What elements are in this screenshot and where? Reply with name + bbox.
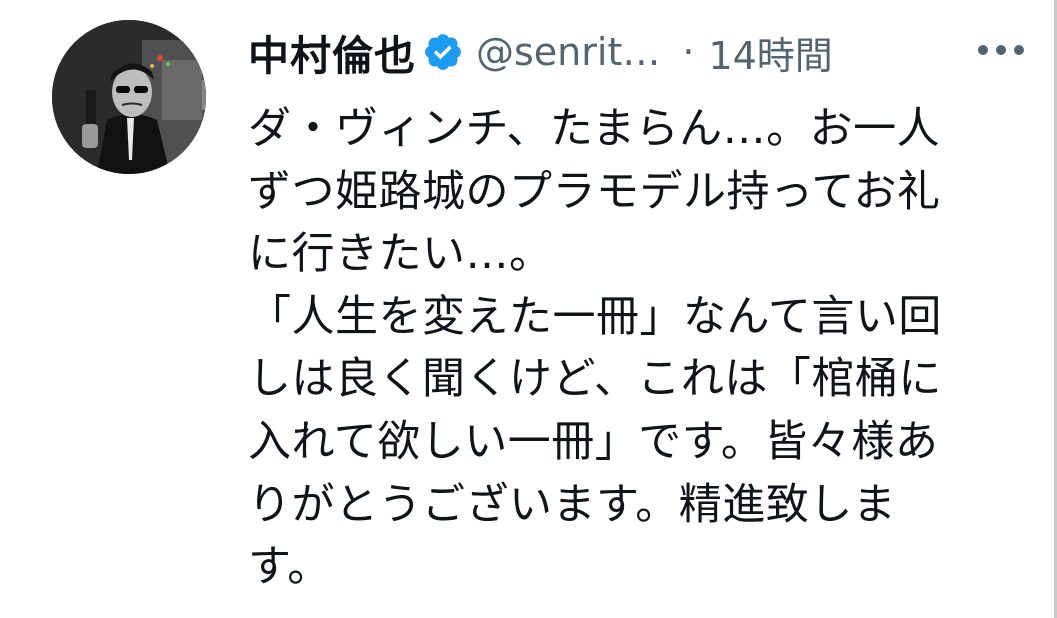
tweet-text-line: 「人生を変えた一冊」なんて言い回 — [248, 291, 942, 342]
more-horizontal-icon — [978, 45, 1024, 55]
user-handle[interactable]: @senrit… — [476, 30, 660, 74]
profile-photo-icon — [52, 20, 206, 174]
tweet-card[interactable]: 中村倫也 @senrit… · 14時間 ダ・ヴィンチ、たまらん…。お一人 ずつ… — [0, 0, 1057, 618]
tweet-text-line: 入れて欲しい一冊」です。皆々様あ — [248, 416, 939, 467]
more-options-button[interactable] — [966, 30, 1036, 70]
separator-dot: · — [682, 30, 695, 74]
tweet-text-line: りがとうございます。精進致しま — [248, 479, 897, 530]
timestamp[interactable]: 14時間 — [708, 25, 832, 80]
display-name[interactable]: 中村倫也 — [248, 22, 416, 82]
tweet-text-line: す。 — [248, 542, 331, 593]
verified-badge-icon — [422, 31, 464, 73]
tweet-text-line: ダ・ヴィンチ、たまらん…。お一人 — [248, 104, 941, 154]
tweet-text: ダ・ヴィンチ、たまらん…。お一人 ずつ姫路城のプラモデル持ってお礼 に行きたい…… — [248, 98, 1028, 599]
tweet-text-line: に行きたい…。 — [248, 229, 553, 280]
tweet-text-line: ずつ姫路城のプラモデル持ってお礼 — [248, 166, 941, 217]
tweet-text-line: しは良く聞くけど、これは「棺桶に — [248, 354, 942, 405]
tweet-header: 中村倫也 @senrit… · 14時間 — [248, 22, 833, 82]
avatar[interactable] — [52, 20, 206, 174]
